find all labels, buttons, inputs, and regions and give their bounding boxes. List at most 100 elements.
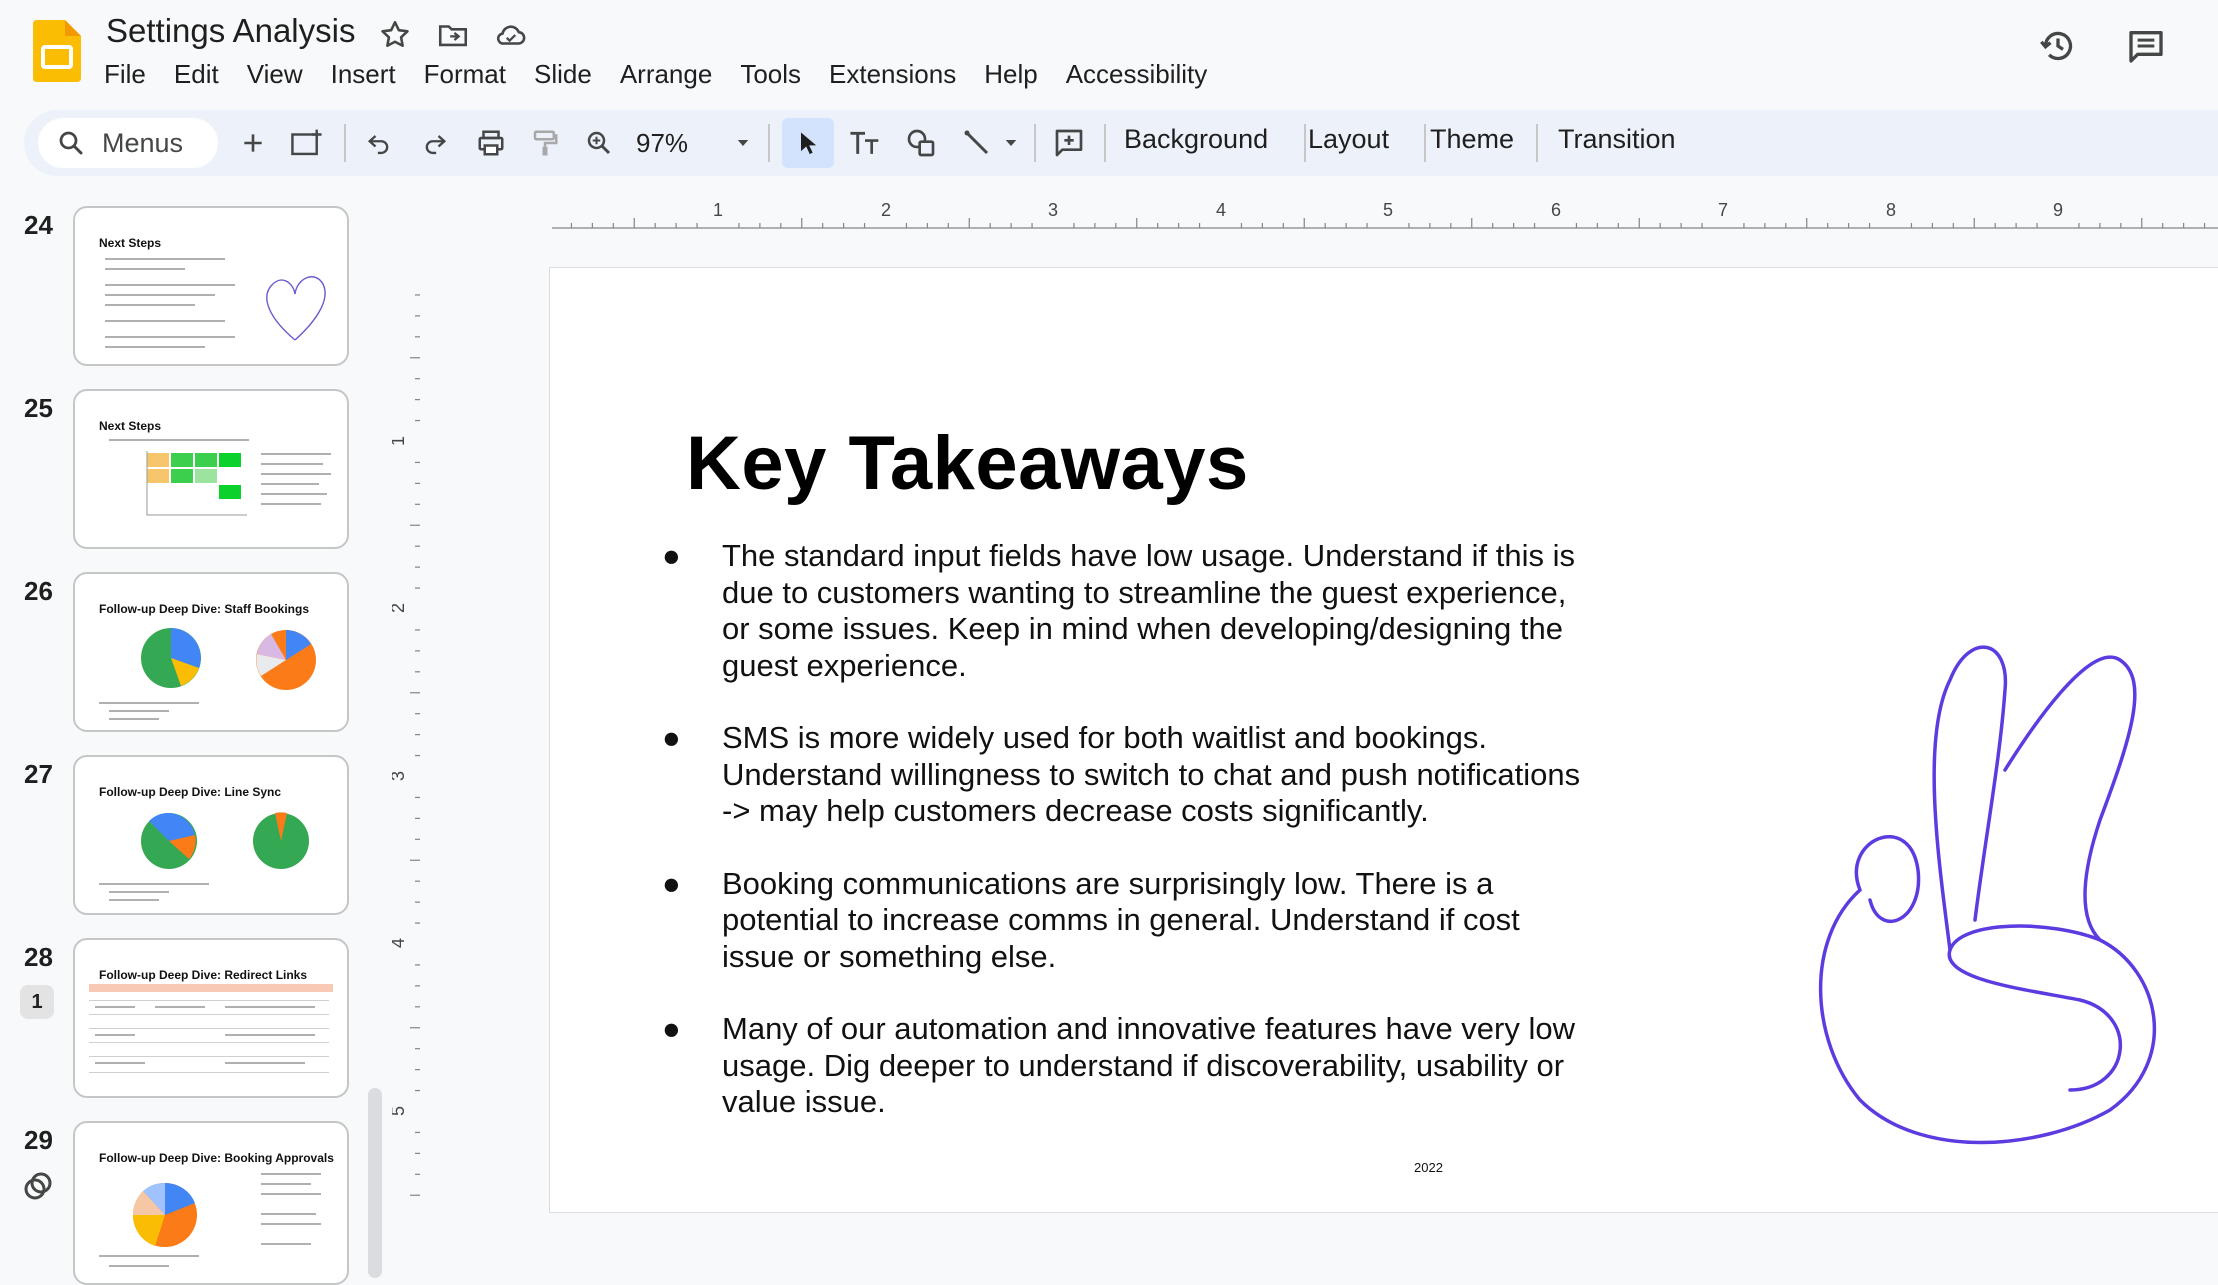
slide-number: 24 xyxy=(24,210,53,240)
slide-number: 28 xyxy=(24,942,53,972)
star-icon[interactable] xyxy=(378,18,412,52)
menu-edit[interactable]: Edit xyxy=(160,56,233,92)
ruler-label: 7 xyxy=(1718,200,1728,220)
zoom-dropdown-icon[interactable] xyxy=(734,134,752,152)
zoom-icon[interactable] xyxy=(578,122,620,164)
menu-view[interactable]: View xyxy=(233,56,317,92)
shapes-icon[interactable] xyxy=(900,122,942,164)
menu-insert[interactable]: Insert xyxy=(317,56,410,92)
pie-chart-icon xyxy=(132,1182,197,1247)
search-icon xyxy=(56,128,86,158)
print-icon[interactable] xyxy=(470,122,512,164)
thumbnail-title: Follow-up Deep Dive: Redirect Links xyxy=(99,968,308,982)
slide-thumbnail-28[interactable]: Follow-up Deep Dive: Redirect Links xyxy=(73,938,349,1098)
menu-tools[interactable]: Tools xyxy=(726,56,815,92)
document-title[interactable]: Settings Analysis xyxy=(106,12,355,50)
menus-search-label: Menus xyxy=(102,128,184,158)
comments-icon[interactable] xyxy=(2126,26,2166,66)
ruler-label: 9 xyxy=(2053,200,2063,220)
top-bar: Settings Analysis File Edit View Insert … xyxy=(0,0,2218,108)
bullet-item[interactable]: ● Many of our automation and innovative f… xyxy=(662,1011,1582,1121)
paint-format-icon[interactable] xyxy=(524,122,566,164)
ruler-label: 5 xyxy=(1383,200,1393,220)
slide-title[interactable]: Key Takeaways xyxy=(686,420,1249,507)
ruler-label: 5 xyxy=(392,1106,408,1116)
bullet-dot: ● xyxy=(662,1011,681,1046)
toolbar-divider xyxy=(1424,124,1426,162)
linked-object-icon[interactable] xyxy=(20,1168,56,1204)
layout-button[interactable]: Layout xyxy=(1308,124,1389,155)
horizontal-ruler: 1 2 3 4 5 6 7 8 9 xyxy=(552,200,2218,229)
bullet-text: Booking communications are surprisingly … xyxy=(722,865,1520,974)
ruler-label: 1 xyxy=(713,200,723,220)
bullet-dot: ● xyxy=(662,720,681,755)
select-icon[interactable] xyxy=(782,118,834,168)
bullet-item[interactable]: ● SMS is more widely used for both waitli… xyxy=(662,720,1582,830)
bullet-item[interactable]: ● Booking communications are surprisingly… xyxy=(662,865,1582,976)
menus-search[interactable]: Menus xyxy=(38,118,218,168)
toolbar-divider xyxy=(1536,124,1538,162)
menu-arrange[interactable]: Arrange xyxy=(606,56,727,92)
toolbar-divider xyxy=(344,124,346,162)
menu-file[interactable]: File xyxy=(90,56,160,92)
bullet-text: Many of our automation and innovative fe… xyxy=(722,1011,1575,1119)
bullet-item[interactable]: ● The standard input fields have low usag… xyxy=(662,538,1582,684)
line-icon[interactable] xyxy=(956,122,998,164)
redo-icon[interactable] xyxy=(414,122,456,164)
slide-thumbnail-25[interactable]: Next Steps xyxy=(73,389,349,549)
slides-logo-icon[interactable] xyxy=(33,20,81,82)
ruler-label: 4 xyxy=(392,938,408,948)
heart-doodle-icon xyxy=(266,276,326,341)
current-slide[interactable]: Key Takeaways ● The standard input fields… xyxy=(550,268,2218,1212)
text-box-icon[interactable] xyxy=(844,122,886,164)
thumbnail-title: Follow-up Deep Dive: Staff Bookings xyxy=(99,602,310,616)
new-slide-icon[interactable] xyxy=(286,122,328,164)
ruler-label: 4 xyxy=(1216,200,1226,220)
comment-count-badge[interactable]: 1 xyxy=(20,985,54,1019)
slide-thumbnail-29[interactable]: Follow-up Deep Dive: Booking Approvals xyxy=(73,1121,349,1285)
menu-slide[interactable]: Slide xyxy=(520,56,606,92)
theme-button[interactable]: Theme xyxy=(1430,124,1514,155)
menu-accessibility[interactable]: Accessibility xyxy=(1052,56,1222,92)
ruler-label: 2 xyxy=(392,603,408,613)
undo-icon[interactable] xyxy=(358,122,400,164)
menu-format[interactable]: Format xyxy=(410,56,520,92)
version-history-icon[interactable] xyxy=(2038,26,2078,66)
menu-help[interactable]: Help xyxy=(970,56,1051,92)
slide-thumbnail-26[interactable]: Follow-up Deep Dive: Staff Bookings xyxy=(73,572,349,732)
add-icon[interactable] xyxy=(232,122,274,164)
slide-filmstrip: 24 Next Steps 25 Next Steps 26 Follow-up… xyxy=(0,190,390,1285)
matrix-chart-icon xyxy=(146,451,247,516)
pie-charts-icon xyxy=(141,628,316,690)
toolbar-divider xyxy=(768,124,770,162)
thumbnail-title: Next Steps xyxy=(99,236,162,250)
bullet-dot: ● xyxy=(662,538,681,573)
cloud-saved-icon[interactable] xyxy=(494,18,528,52)
zoom-level[interactable]: 97% xyxy=(636,128,688,159)
menu-bar: File Edit View Insert Format Slide Arran… xyxy=(90,56,1221,92)
ruler-label: 8 xyxy=(1886,200,1896,220)
ruler-label: 1 xyxy=(392,436,408,446)
add-comment-icon[interactable] xyxy=(1048,122,1090,164)
takeaways-list[interactable]: ● The standard input fields have low usag… xyxy=(662,538,1582,1157)
slide-number: 27 xyxy=(24,759,53,789)
slide-number: 29 xyxy=(24,1125,53,1155)
toolbar-divider xyxy=(1034,124,1036,162)
year-label[interactable]: 2022 xyxy=(1414,1160,1443,1175)
line-dropdown-icon[interactable] xyxy=(996,122,1026,164)
thumbnail-title: Follow-up Deep Dive: Booking Approvals xyxy=(99,1151,334,1165)
menu-extensions[interactable]: Extensions xyxy=(815,56,970,92)
bullet-text: The standard input fields have low usage… xyxy=(722,538,1575,683)
transition-button[interactable]: Transition xyxy=(1558,124,1676,155)
peace-hand-drawing-icon[interactable] xyxy=(1800,620,2200,1150)
ruler-label: 6 xyxy=(1551,200,1561,220)
slide-thumbnail-24[interactable]: Next Steps xyxy=(73,206,349,366)
filmstrip-scrollbar[interactable] xyxy=(368,1088,382,1278)
thumbnail-title: Follow-up Deep Dive: Line Sync xyxy=(99,785,282,799)
move-folder-icon[interactable] xyxy=(436,18,470,52)
background-button[interactable]: Background xyxy=(1124,124,1268,155)
slide-thumbnail-27[interactable]: Follow-up Deep Dive: Line Sync xyxy=(73,755,349,915)
toolbar-divider xyxy=(1104,124,1106,162)
vertical-ruler: 1 2 3 4 5 xyxy=(392,294,420,1196)
bullet-dot: ● xyxy=(662,865,681,901)
